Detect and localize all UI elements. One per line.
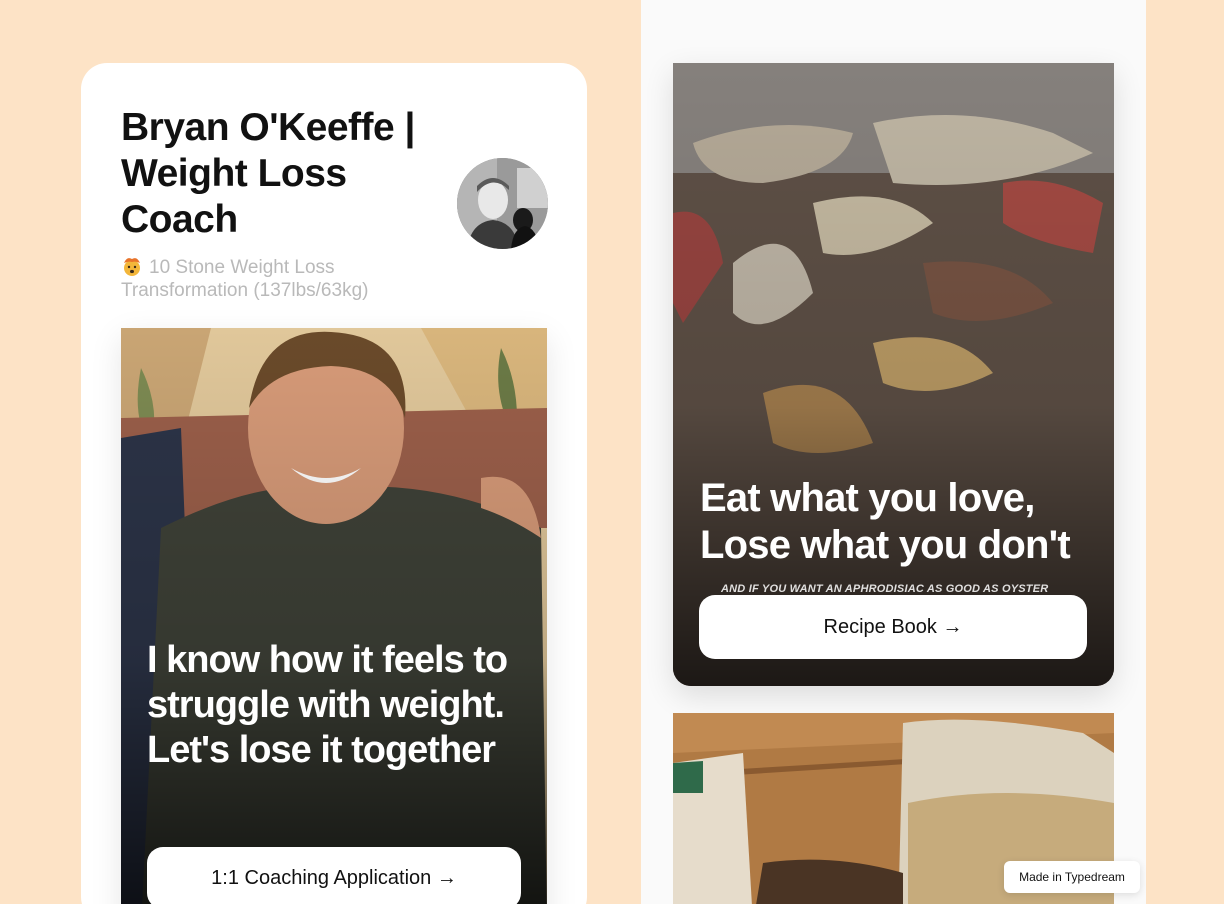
hero-card[interactable]: I know how it feels to struggle with wei… bbox=[121, 328, 547, 904]
profile-subtitle-text: 10 Stone Weight Loss Transformation (137… bbox=[121, 257, 369, 301]
profile-name: Bryan O'Keeffe | Weight Loss Coach bbox=[121, 106, 415, 241]
avatar-photo bbox=[457, 158, 548, 249]
recipe-book-button[interactable]: Recipe Book → bbox=[699, 595, 1087, 659]
right-panel: Eat what you love, Lose what you don't A… bbox=[641, 0, 1146, 904]
hero-photo bbox=[121, 328, 547, 904]
recipe-card[interactable]: Eat what you love, Lose what you don't A… bbox=[673, 63, 1114, 686]
recipe-caption: AND IF YOU WANT AN APHRODISIAC AS GOOD A… bbox=[721, 583, 1049, 595]
profile-subtitle: 10 Stone Weight Loss Transformation (137… bbox=[121, 256, 451, 302]
recipe-heading: Eat what you love, Lose what you don't bbox=[700, 476, 1071, 567]
profile-card: Bryan O'Keeffe | Weight Loss Coach 10 St… bbox=[81, 63, 587, 904]
page-background: Bryan O'Keeffe | Weight Loss Coach 10 St… bbox=[0, 0, 1224, 904]
hero-heading: I know how it feels to struggle with wei… bbox=[147, 639, 508, 771]
avatar bbox=[457, 158, 548, 249]
exploding-head-emoji-icon bbox=[124, 258, 140, 276]
coaching-application-button[interactable]: 1:1 Coaching Application → bbox=[147, 847, 521, 904]
made-in-typedream-badge[interactable]: Made in Typedream bbox=[1004, 861, 1140, 893]
